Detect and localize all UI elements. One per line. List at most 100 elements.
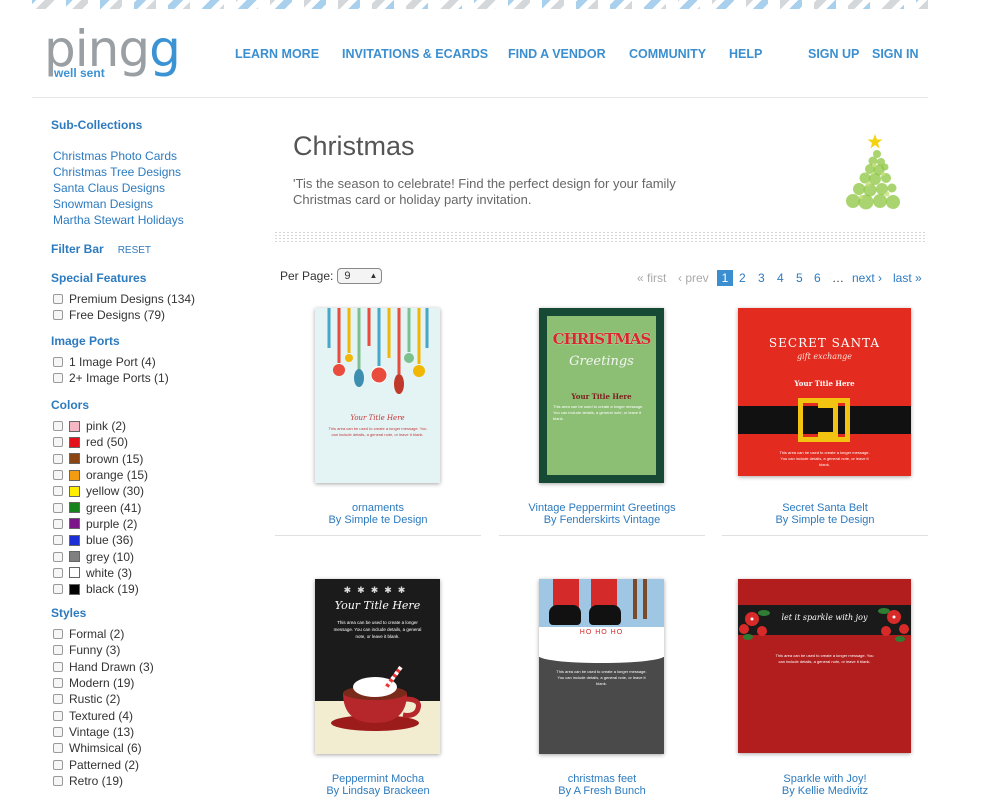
filter-checkbox[interactable]: Free Designs (79)	[53, 307, 195, 323]
color-filter[interactable]: blue (36)	[53, 532, 148, 548]
design-thumbnail[interactable]: SECRET SANTA gift exchange Your Title He…	[738, 308, 911, 476]
pager-page[interactable]: 5	[796, 271, 803, 285]
color-filter[interactable]: brown (15)	[53, 451, 148, 467]
checkbox[interactable]	[53, 629, 63, 640]
special-features-heading: Special Features	[51, 271, 147, 285]
pager-next[interactable]: next ›	[852, 271, 882, 285]
design-thumbnail[interactable]: CHRISTMAS Greetings Your Title Here This…	[539, 308, 664, 483]
nav-find-a-vendor[interactable]: FIND A VENDOR	[508, 47, 606, 61]
checkbox[interactable]	[53, 551, 63, 562]
style-filter[interactable]: Vintage (13)	[53, 724, 154, 740]
style-filter[interactable]: Whimsical (6)	[53, 740, 154, 756]
filter-checkbox[interactable]: 2+ Image Ports (1)	[53, 370, 169, 386]
color-filter[interactable]: red (50)	[53, 434, 148, 450]
color-filter[interactable]: pink (2)	[53, 418, 148, 434]
card-author-link[interactable]: By Kellie Medivitz	[722, 785, 928, 797]
per-page-control: Per Page: 9 ▲	[280, 268, 383, 284]
card-author-link[interactable]: By Simple te Design	[275, 514, 481, 526]
christmas-tree-icon	[846, 134, 900, 210]
checkbox[interactable]	[53, 584, 63, 595]
subcollection-link[interactable]: Christmas Photo Cards	[53, 148, 184, 164]
style-filter[interactable]: Formal (2)	[53, 626, 154, 642]
checkbox[interactable]	[53, 357, 63, 368]
checkbox[interactable]	[53, 470, 63, 481]
color-filter[interactable]: green (41)	[53, 499, 148, 515]
color-filter[interactable]: purple (2)	[53, 516, 148, 532]
pager-last[interactable]: last »	[893, 271, 922, 285]
style-filter-label: Retro (19)	[69, 773, 124, 788]
checkbox[interactable]	[53, 710, 63, 721]
card-author-link[interactable]: By Simple te Design	[722, 514, 928, 526]
color-filter[interactable]: white (3)	[53, 565, 148, 581]
filter-checkbox[interactable]: Premium Designs (134)	[53, 291, 195, 307]
color-filter[interactable]: grey (10)	[53, 548, 148, 564]
card-author-link[interactable]: By A Fresh Bunch	[499, 785, 705, 797]
style-filter[interactable]: Modern (19)	[53, 675, 154, 691]
nav-sign-up[interactable]: SIGN UP	[808, 47, 859, 61]
checkbox[interactable]	[53, 661, 63, 672]
checkbox[interactable]	[53, 453, 63, 464]
style-filter[interactable]: Funny (3)	[53, 642, 154, 658]
pager-page[interactable]: 2	[739, 271, 746, 285]
color-filter[interactable]: orange (15)	[53, 467, 148, 483]
checkbox[interactable]	[53, 518, 63, 529]
checkbox[interactable]	[53, 678, 63, 689]
design-thumbnail[interactable]: HO HO HO This area can be used to create…	[539, 579, 664, 754]
nav-sign-in[interactable]: SIGN IN	[872, 47, 919, 61]
color-filter-label: white (3)	[86, 565, 133, 580]
subcollection-link[interactable]: Snowman Designs	[53, 196, 184, 212]
design-thumbnail[interactable]: ✱✱✱✱✱ Your Title Here This area can be u…	[315, 579, 440, 754]
pager-page-current[interactable]: 1	[717, 270, 733, 286]
card-title-link[interactable]: Peppermint Mocha	[275, 773, 481, 785]
design-thumbnail[interactable]: let it sparkle with joy This area can be…	[738, 579, 911, 753]
per-page-select[interactable]: 9 ▲	[337, 268, 383, 284]
checkbox[interactable]	[53, 373, 63, 384]
nav-help[interactable]: HELP	[729, 47, 762, 61]
card-author-link[interactable]: By Fenderskirts Vintage	[499, 514, 705, 526]
pager-page[interactable]: 4	[777, 271, 784, 285]
reset-filters-link[interactable]: RESET	[118, 245, 151, 256]
checkbox[interactable]	[53, 567, 63, 578]
checkbox[interactable]	[53, 310, 63, 321]
color-swatch	[69, 567, 80, 579]
checkbox[interactable]	[53, 294, 63, 305]
color-filter[interactable]: yellow (30)	[53, 483, 148, 499]
design-thumbnail[interactable]: Your Title Here This area can be used to…	[315, 308, 440, 483]
style-filter[interactable]: Rustic (2)	[53, 691, 154, 707]
nav-community[interactable]: COMMUNITY	[629, 47, 706, 61]
card-author-link[interactable]: By Lindsay Brackeen	[275, 785, 481, 797]
checkbox[interactable]	[53, 775, 63, 786]
nav-invitations-ecards[interactable]: INVITATIONS & ECARDS	[342, 47, 488, 61]
color-swatch	[69, 551, 80, 563]
checkbox[interactable]	[53, 726, 63, 737]
card-placeholder-title: Your Title Here	[350, 414, 405, 422]
pager-page[interactable]: 6	[814, 271, 821, 285]
filter-checkbox[interactable]: 1 Image Port (4)	[53, 354, 169, 370]
subcollection-link[interactable]: Santa Claus Designs	[53, 180, 184, 196]
style-filter[interactable]: Hand Drawn (3)	[53, 659, 154, 675]
nav-learn-more[interactable]: LEARN MORE	[235, 47, 319, 61]
checkbox[interactable]	[53, 437, 63, 448]
checkbox[interactable]	[53, 502, 63, 513]
checkbox[interactable]	[53, 694, 63, 705]
color-filter[interactable]: black (19)	[53, 581, 148, 597]
pingg-logo[interactable]: pingg well sent	[44, 24, 181, 80]
subcollection-link[interactable]: Christmas Tree Designs	[53, 164, 184, 180]
card-title-link[interactable]: Sparkle with Joy!	[722, 773, 928, 785]
card-title-link[interactable]: christmas feet	[499, 773, 705, 785]
checkbox[interactable]	[53, 645, 63, 656]
pager-page[interactable]: 3	[758, 271, 765, 285]
style-filter[interactable]: Retro (19)	[53, 773, 154, 789]
checkbox[interactable]	[53, 743, 63, 754]
checkbox[interactable]	[53, 486, 63, 497]
card-title-link[interactable]: Secret Santa Belt	[722, 502, 928, 514]
checkbox[interactable]	[53, 759, 63, 770]
checkbox[interactable]	[53, 421, 63, 432]
style-filter-label: Textured (4)	[69, 708, 134, 723]
subcollection-link[interactable]: Martha Stewart Holidays	[53, 212, 184, 228]
card-title-link[interactable]: Vintage Peppermint Greetings	[499, 502, 705, 514]
style-filter[interactable]: Textured (4)	[53, 707, 154, 723]
checkbox[interactable]	[53, 535, 63, 546]
card-title-link[interactable]: ornaments	[275, 502, 481, 514]
style-filter[interactable]: Patterned (2)	[53, 756, 154, 772]
